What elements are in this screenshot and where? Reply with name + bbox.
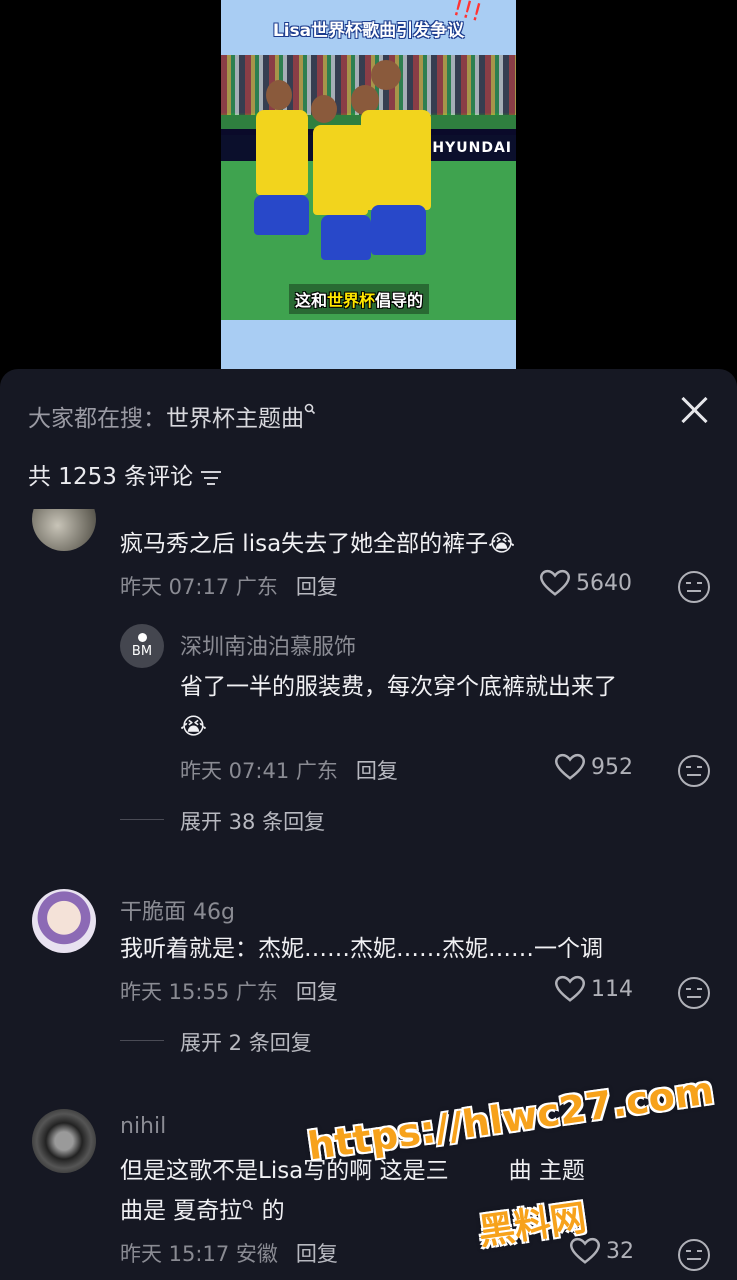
reply-button[interactable]: 回复 — [296, 980, 338, 1004]
dislike-icon[interactable] — [678, 1239, 710, 1271]
avatar[interactable] — [32, 1109, 96, 1173]
comment-meta: 昨天 07:17 广东 回复 — [120, 575, 338, 599]
like-button[interactable]: 114 — [555, 975, 633, 1003]
ad-board-text: HYUNDAI — [432, 140, 512, 156]
dislike-icon[interactable] — [678, 571, 710, 603]
like-button[interactable]: 5640 — [540, 569, 632, 597]
comment-meta: 昨天 15:17 安徽 回复 — [120, 1242, 338, 1266]
divider — [120, 1040, 164, 1041]
avatar[interactable] — [32, 509, 96, 551]
suggested-search[interactable]: 大家都在搜：世界杯主题曲 — [28, 399, 316, 433]
dislike-icon[interactable] — [678, 755, 710, 787]
player-shorts — [371, 205, 426, 255]
video-frame: HYUNDAI — [221, 55, 516, 320]
reply-button[interactable]: 回复 — [296, 575, 338, 599]
reply-button[interactable]: 回复 — [296, 1242, 338, 1266]
avatar[interactable] — [32, 889, 96, 953]
comment-meta: 昨天 07:41 广东 回复 — [180, 759, 398, 783]
search-icon — [304, 403, 316, 415]
search-icon — [243, 1199, 254, 1211]
close-icon[interactable] — [679, 395, 709, 425]
like-count: 952 — [591, 754, 633, 780]
comment-author[interactable]: 深圳南油泊慕服饰 — [180, 629, 356, 661]
comment-meta: 昨天 15:55 广东 回复 — [120, 980, 338, 1004]
like-count: 114 — [591, 976, 633, 1002]
like-button[interactable]: 952 — [555, 753, 633, 781]
comment-text: 我听着就是：杰妮……杰妮……杰妮……一个调 — [120, 936, 603, 962]
heart-icon — [540, 569, 570, 596]
player-shirt — [256, 110, 308, 195]
dislike-icon[interactable] — [678, 977, 710, 1009]
comment-author[interactable]: nihil — [120, 1114, 166, 1139]
player-head — [311, 95, 337, 123]
video-caption: 这和世界杯倡导的 — [289, 284, 430, 314]
player-head — [371, 60, 401, 90]
expand-replies[interactable]: 展开 2 条回复 — [180, 1027, 312, 1057]
comment-text: 省了一半的服装费，每次穿个底裤就出来了 😭 — [180, 674, 617, 740]
comment-count[interactable]: 共 1253 条评论 — [28, 457, 222, 491]
like-count: 32 — [606, 1238, 634, 1264]
expand-replies[interactable]: 展开 38 条回复 — [180, 806, 325, 836]
player-head — [266, 80, 292, 110]
heart-icon — [555, 753, 585, 780]
sort-icon[interactable] — [201, 470, 222, 485]
heart-icon — [555, 975, 585, 1002]
divider — [120, 819, 164, 820]
suggested-search-term[interactable]: 世界杯主题曲 — [166, 406, 304, 432]
player-shorts — [254, 195, 309, 235]
comment-author[interactable]: 干脆面 46g — [120, 894, 235, 926]
reply-button[interactable]: 回复 — [356, 759, 398, 783]
suggested-search-label: 大家都在搜： — [28, 406, 166, 432]
comment-text: 疯马秀之后 lisa失去了她全部的裤子😭 — [120, 531, 516, 557]
player-shorts — [321, 215, 371, 260]
avatar[interactable]: BM — [120, 624, 164, 668]
player-shirt — [313, 125, 368, 215]
avatar-text: BM — [131, 644, 153, 659]
video-player[interactable]: Lisa世界杯歌曲引发争议 !!! HYUNDAI 这和世界杯倡导的 — [221, 0, 516, 370]
player-shirt — [361, 110, 431, 210]
like-count: 5640 — [576, 570, 632, 596]
